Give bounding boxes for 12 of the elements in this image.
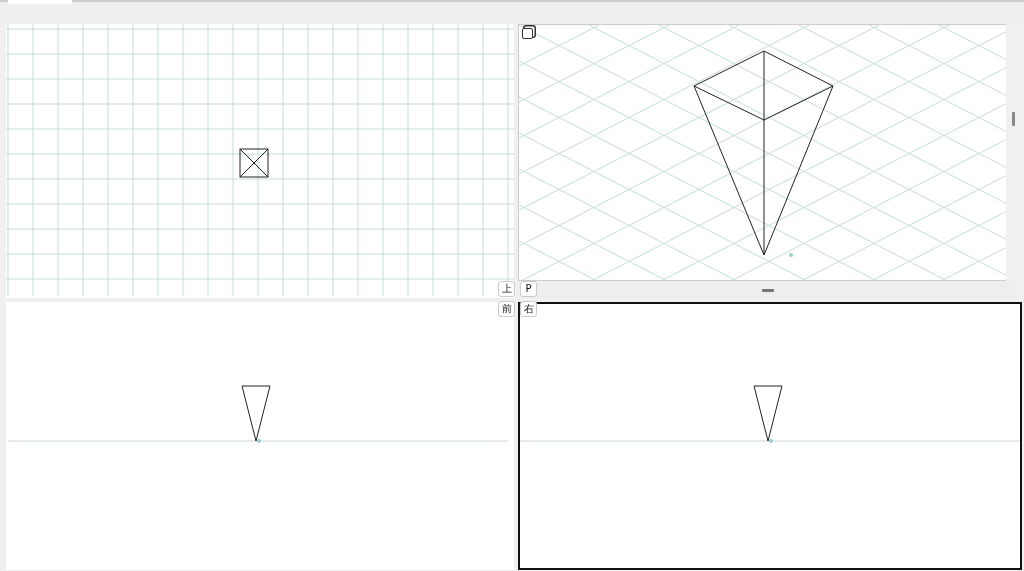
view-label-button[interactable]: P bbox=[520, 281, 537, 297]
view-label-button[interactable]: 前 bbox=[498, 301, 515, 317]
triangle-drawing bbox=[753, 385, 783, 442]
origin-dot-icon bbox=[257, 439, 261, 443]
view-label-button[interactable]: 上 bbox=[498, 281, 515, 297]
box-marker-icon bbox=[239, 148, 269, 178]
view-label-button[interactable]: 右 bbox=[520, 301, 537, 317]
cube-view-icon[interactable] bbox=[522, 28, 533, 39]
origin-dot-icon bbox=[769, 439, 773, 443]
triangle-drawing bbox=[241, 385, 271, 442]
viewport[interactable] bbox=[518, 302, 1022, 570]
origin-dot-icon bbox=[789, 253, 793, 257]
